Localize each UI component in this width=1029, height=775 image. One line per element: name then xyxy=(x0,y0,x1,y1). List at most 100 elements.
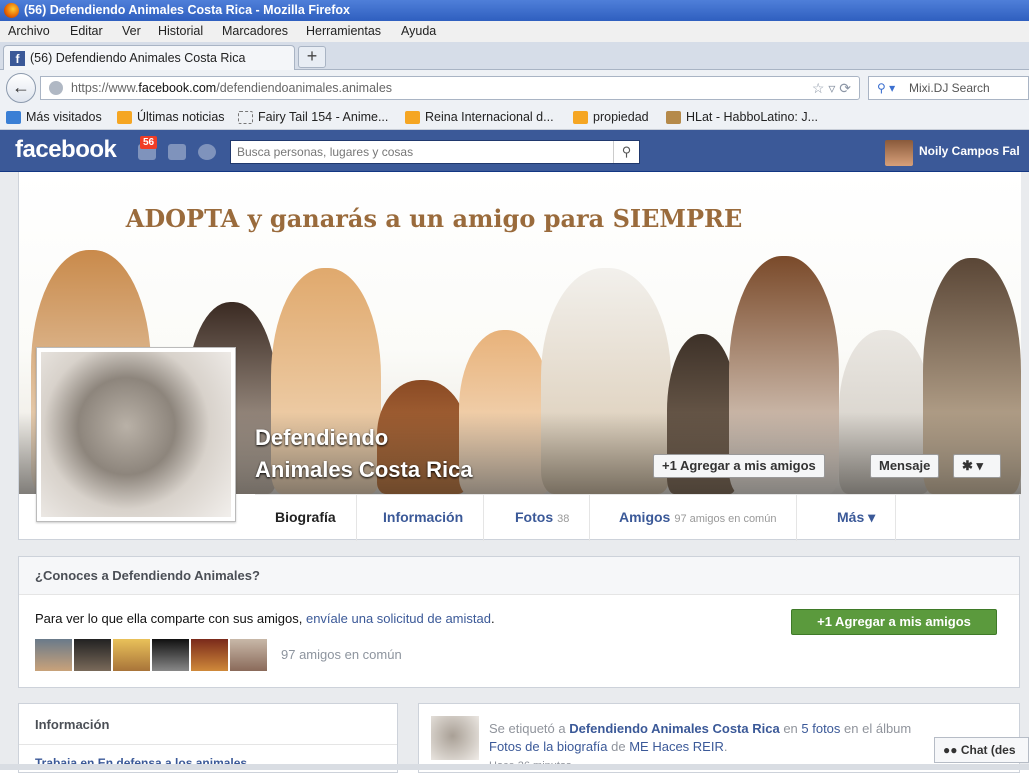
rss-icon xyxy=(405,111,420,124)
search-engine-icon: ⚲ ▾ xyxy=(877,81,896,95)
browser-search-placeholder: Mixi.DJ Search xyxy=(909,81,990,95)
tab-biografia[interactable]: Biografía xyxy=(255,495,357,541)
menu-archivo[interactable]: Archivo xyxy=(8,21,50,41)
know-person-box: ¿Conoces a Defendiendo Animales? Para ve… xyxy=(18,556,1020,688)
new-tab-button[interactable]: + xyxy=(298,46,326,68)
know-text-after: . xyxy=(490,611,495,626)
back-button[interactable]: ← xyxy=(6,73,36,103)
menu-marcadores[interactable]: Marcadores xyxy=(222,21,288,41)
tab-label: Biografía xyxy=(275,509,336,525)
rss-icon xyxy=(117,111,132,124)
know-box-text: Para ver lo que ella comparte con sus am… xyxy=(35,611,495,626)
add-friend-green-button[interactable]: +1 Agregar a mis amigos xyxy=(791,609,997,635)
url-prefix: https://www. xyxy=(71,81,139,95)
menu-historial[interactable]: Historial xyxy=(158,21,203,41)
tab-note: 97 amigos en común xyxy=(674,513,777,525)
post-text-part: en xyxy=(779,721,802,736)
tab-amigos[interactable]: Amigos 97 amigos en común xyxy=(599,495,798,541)
tab-label: Más ▾ xyxy=(837,509,876,525)
window-title-bar: (56) Defendiendo Animales Costa Rica - M… xyxy=(0,0,1029,21)
facebook-favicon-icon: f xyxy=(10,51,25,66)
mutual-friend-thumbnail[interactable] xyxy=(74,639,111,671)
bookmark-label: Más visitados xyxy=(26,110,102,124)
chat-people-icon: ●● xyxy=(943,743,961,757)
settings-button[interactable]: ✱ ▾ xyxy=(953,454,1001,478)
mutual-friend-thumbnail[interactable] xyxy=(191,639,228,671)
mutual-friend-thumbnail[interactable] xyxy=(35,639,72,671)
facebook-search-input[interactable]: Busca personas, lugares y cosas ⚲ xyxy=(230,140,640,164)
tab-label: Fotos xyxy=(515,509,554,525)
tab-label: Amigos xyxy=(619,509,671,525)
bookmark-mas-visitados[interactable]: Más visitados xyxy=(6,106,102,129)
bookmark-habbolatino[interactable]: HLat - HabboLatino: J... xyxy=(666,106,818,129)
add-friend-button[interactable]: +1 Agregar a mis amigos xyxy=(653,454,825,478)
post-page-link[interactable]: Defendiendo Animales Costa Rica xyxy=(569,721,779,736)
mutual-friend-thumbnail[interactable] xyxy=(152,639,189,671)
post-album-link[interactable]: Fotos de la biografía xyxy=(489,739,608,754)
browser-search-box[interactable]: ⚲ ▾ Mixi.DJ Search xyxy=(868,76,1029,100)
message-button[interactable]: Mensaje xyxy=(870,454,940,478)
mutual-friend-thumbnail[interactable] xyxy=(230,639,267,671)
facebook-search-placeholder: Busca personas, lugares y cosas xyxy=(237,145,414,159)
timeline-header: ADOPTA y ganarás a un amigo para SIEMPRE… xyxy=(18,172,1021,541)
window-title: (56) Defendiendo Animales Costa Rica - M… xyxy=(24,3,350,17)
habbo-icon xyxy=(666,111,681,124)
mutual-friends-count[interactable]: 97 amigos en común xyxy=(281,647,402,662)
page-name-line2: Animales Costa Rica xyxy=(255,457,473,482)
bookmark-ultimas-noticias[interactable]: Últimas noticias xyxy=(117,106,225,129)
bookmark-fairy-tail[interactable]: Fairy Tail 154 - Anime... xyxy=(238,106,388,129)
url-path: /defendiendoanimales.animales xyxy=(216,81,393,95)
tab-strip: f (56) Defendiendo Animales Costa Rica + xyxy=(0,42,1029,71)
rss-icon xyxy=(573,111,588,124)
bookmark-label: Últimas noticias xyxy=(137,110,225,124)
tab-label: Información xyxy=(383,509,464,525)
facebook-logo[interactable]: facebook xyxy=(15,136,117,164)
tab-informacion[interactable]: Información xyxy=(363,495,485,541)
post-photos-link[interactable]: 5 fotos xyxy=(801,721,840,736)
post-thumbnail[interactable] xyxy=(431,716,479,760)
search-icon[interactable]: ⚲ xyxy=(613,141,639,163)
kitten-image xyxy=(41,352,231,517)
bookmark-star-icon[interactable]: ☆ xyxy=(812,80,825,96)
know-box-title: ¿Conoces a Defendiendo Animales? xyxy=(19,557,1019,595)
tab-fotos[interactable]: Fotos 38 xyxy=(495,495,591,541)
post-text-part: en el álbum xyxy=(840,721,912,736)
notifications-globe-icon[interactable] xyxy=(198,144,216,160)
profile-picture[interactable] xyxy=(36,347,236,522)
user-name[interactable]: Noily Campos Fal xyxy=(919,144,1020,158)
menu-ver[interactable]: Ver xyxy=(122,21,141,41)
friend-request-link[interactable]: envíale una solicitud de amistad xyxy=(306,611,491,626)
browser-tab[interactable]: f (56) Defendiendo Animales Costa Rica xyxy=(3,45,295,71)
info-box: Información Trabaja en En defensa a los … xyxy=(18,703,398,773)
menu-editar[interactable]: Editar xyxy=(70,21,103,41)
bookmark-folder-icon xyxy=(6,111,21,124)
bookmark-label: HLat - HabboLatino: J... xyxy=(686,110,819,124)
bookmark-label: propiedad xyxy=(593,110,649,124)
chat-label: Chat (des xyxy=(960,743,1016,757)
post-owner-link[interactable]: ME Haces REIR xyxy=(629,739,724,754)
reload-icon[interactable]: ⟳ xyxy=(839,80,851,96)
firefox-logo-icon xyxy=(4,3,19,18)
notification-badge: 56 xyxy=(140,136,158,149)
bookmark-label: Fairy Tail 154 - Anime... xyxy=(258,110,389,124)
dropdown-arrow-icon[interactable]: ▿ xyxy=(828,80,835,96)
bookmark-reina-internacional[interactable]: Reina Internacional d... xyxy=(405,106,554,129)
chat-bar[interactable]: ●● Chat (des xyxy=(934,737,1029,763)
facebook-top-bar: facebook 56 Busca personas, lugares y co… xyxy=(0,130,1029,172)
url-bar[interactable]: https://www.facebook.com/defendiendoanim… xyxy=(40,76,860,100)
page-name: Defendiendo Animales Costa Rica xyxy=(255,422,473,486)
bookmark-propiedad[interactable]: propiedad xyxy=(573,106,649,129)
know-text-before: Para ver lo que ella comparte con sus am… xyxy=(35,611,306,626)
mutual-friend-thumbnail[interactable] xyxy=(113,639,150,671)
globe-icon xyxy=(49,81,63,95)
menu-ayuda[interactable]: Ayuda xyxy=(401,21,436,41)
menu-herramientas[interactable]: Herramientas xyxy=(306,21,381,41)
tab-mas[interactable]: Más ▾ xyxy=(817,495,897,541)
post-text-part: Se etiquetó a xyxy=(489,721,570,736)
url-bar-icons: ☆ ▿ ⟳ xyxy=(812,77,851,99)
messages-icon[interactable] xyxy=(168,144,186,160)
cover-slogan: ADOPTA y ganarás a un amigo para SIEMPRE xyxy=(125,204,743,233)
timeline-tabs: Biografía Información Fotos 38 Amigos 97 a… xyxy=(255,494,1021,541)
horizontal-scrollbar[interactable] xyxy=(0,764,1029,770)
avatar[interactable] xyxy=(885,140,913,166)
